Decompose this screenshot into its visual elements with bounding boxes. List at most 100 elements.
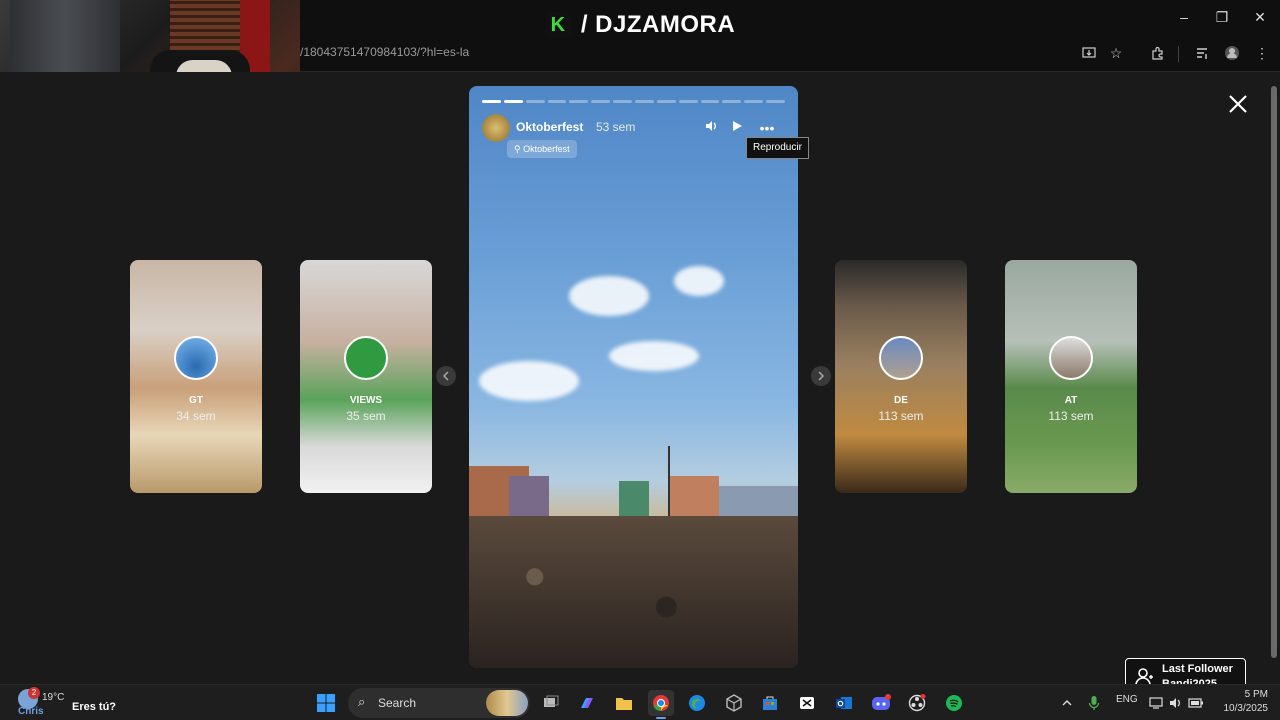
edge-icon xyxy=(689,695,705,711)
location-tag[interactable]: ⚲ Oktoberfest xyxy=(507,140,577,158)
taskbar-search[interactable]: ⌕ Search xyxy=(348,688,530,718)
spotify-app[interactable] xyxy=(941,690,967,716)
restore-icon: ❐ xyxy=(1215,8,1229,25)
story-timestamp: 53 sem xyxy=(596,120,636,134)
windows-logo-icon xyxy=(317,694,335,712)
progress-segment xyxy=(635,100,654,103)
language-indicator[interactable]: ENG xyxy=(1116,694,1138,705)
previous-story-button[interactable] xyxy=(436,366,456,386)
edge-app[interactable] xyxy=(684,690,710,716)
story-avatar[interactable] xyxy=(482,114,510,142)
chrome-icon xyxy=(653,695,669,712)
story-card-user: GT xyxy=(189,395,203,406)
story-cloud xyxy=(569,276,649,316)
minimize-icon: – xyxy=(1180,9,1188,25)
volume-icon xyxy=(706,121,716,131)
minimize-button[interactable]: – xyxy=(1168,6,1200,28)
media-controls-icon[interactable] xyxy=(1191,42,1213,64)
location-pin-icon: ⚲ xyxy=(514,144,521,154)
bookmark-star-icon[interactable]: ☆ xyxy=(1105,42,1127,64)
progress-segment xyxy=(613,100,633,103)
battery-button[interactable] xyxy=(1186,690,1206,716)
search-highlight-image xyxy=(486,690,528,716)
clock-time: 5 PM xyxy=(1244,689,1268,700)
active-story[interactable]: Oktoberfest 53 sem ••• ⚲ Oktoberfest xyxy=(469,86,798,668)
story-card-avatar xyxy=(174,336,218,380)
store-icon xyxy=(763,696,777,710)
obs-app[interactable] xyxy=(904,690,930,716)
folder-icon xyxy=(616,698,632,710)
battery-icon xyxy=(1188,698,1203,708)
story-card-user: DE xyxy=(894,395,908,406)
clock-date: 10/3/2025 xyxy=(1223,703,1269,714)
page-scrollbar[interactable] xyxy=(1268,72,1280,684)
story-card-time: 113 sem xyxy=(1048,409,1094,423)
story-username[interactable]: Oktoberfest xyxy=(516,120,583,134)
story-card[interactable]: VIEWS 35 sem xyxy=(300,260,432,493)
restore-button[interactable]: ❐ xyxy=(1206,6,1238,28)
copilot-app[interactable] xyxy=(574,690,600,716)
play-tooltip: Reproducir xyxy=(746,137,809,159)
volume-button[interactable] xyxy=(1166,690,1186,716)
weather-badge: 2 xyxy=(28,687,40,699)
streamer-brand-overlay: K / DJZAMORA xyxy=(520,0,760,50)
capcut-icon xyxy=(800,697,814,709)
capcut-app[interactable] xyxy=(794,690,820,716)
discord-app[interactable] xyxy=(868,690,894,716)
file-explorer-app[interactable] xyxy=(611,690,637,716)
task-view-button[interactable] xyxy=(538,690,564,716)
follower-label: Last Follower xyxy=(1162,663,1233,675)
story-header: Oktoberfest 53 sem ••• xyxy=(482,114,785,142)
network-button[interactable] xyxy=(1146,690,1166,716)
story-card[interactable]: AT 113 sem xyxy=(1005,260,1137,493)
chevron-up-icon xyxy=(1062,700,1072,706)
copilot-icon xyxy=(581,698,593,708)
taskbar-clock[interactable]: 5 PM 10/3/2025 xyxy=(1216,688,1269,716)
outlook-app[interactable] xyxy=(831,690,857,716)
story-card-avatar xyxy=(1049,336,1093,380)
brand-logo-icon: K xyxy=(544,12,571,38)
next-story-button[interactable] xyxy=(811,366,831,386)
search-label: Search xyxy=(378,696,417,710)
story-cloud xyxy=(674,266,724,296)
browser-menu-icon[interactable]: ⋮ xyxy=(1251,42,1273,64)
story-card[interactable]: GT 34 sem xyxy=(130,260,262,493)
screen: – ❐ ✕ /18043751470984103/?hl=es-la ☆ ⋮ K… xyxy=(0,0,1280,720)
overlay-question-text: Eres tú? xyxy=(72,701,117,713)
story-card-avatar xyxy=(879,336,923,380)
install-app-icon[interactable] xyxy=(1078,42,1100,64)
microphone-icon xyxy=(1088,696,1100,710)
close-window-button[interactable]: ✕ xyxy=(1244,6,1276,28)
microphone-button[interactable] xyxy=(1081,690,1107,716)
discord-icon xyxy=(872,694,891,710)
store-app[interactable] xyxy=(757,690,783,716)
task-view-icon xyxy=(544,695,559,707)
chrome-app[interactable] xyxy=(648,690,674,716)
more-options-icon: ••• xyxy=(759,120,775,136)
story-options-button[interactable]: ••• xyxy=(757,118,777,138)
tray-overflow-button[interactable] xyxy=(1054,690,1080,716)
start-button[interactable] xyxy=(313,690,339,716)
story-cloud xyxy=(609,341,699,371)
network-icon xyxy=(1149,697,1163,709)
progress-segment xyxy=(678,100,698,103)
speaker-icon xyxy=(1170,698,1180,708)
close-story-viewer-button[interactable] xyxy=(1224,92,1252,120)
story-fairground xyxy=(469,446,798,526)
search-icon: ⌕ xyxy=(358,694,366,709)
url-text[interactable]: /18043751470984103/?hl=es-la xyxy=(300,45,469,59)
play-button[interactable] xyxy=(727,118,747,138)
extensions-icon[interactable] xyxy=(1147,42,1169,64)
mute-button[interactable] xyxy=(701,118,721,138)
progress-segment xyxy=(766,100,786,103)
progress-segment xyxy=(722,100,742,103)
cube-app[interactable] xyxy=(721,690,747,716)
cube-icon xyxy=(726,694,742,712)
progress-segment xyxy=(482,100,501,103)
close-icon xyxy=(1229,95,1247,113)
profile-icon[interactable] xyxy=(1221,42,1243,64)
scrollbar-thumb[interactable] xyxy=(1271,86,1277,658)
story-card-time: 35 sem xyxy=(346,409,386,423)
story-card[interactable]: DE 113 sem xyxy=(835,260,967,493)
progress-segment xyxy=(569,100,589,103)
